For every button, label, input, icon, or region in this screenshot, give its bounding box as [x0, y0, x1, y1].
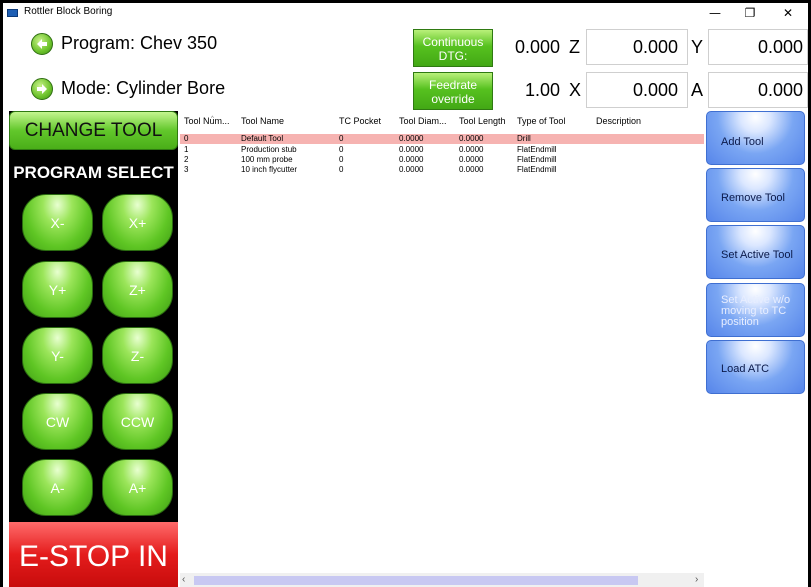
- forward-arrow-button[interactable]: [31, 78, 53, 100]
- cell-tc-pocket: 0: [339, 134, 344, 143]
- cell-type-of-tool: FlatEndmill: [517, 165, 557, 174]
- x-value: 0.000: [632, 80, 678, 100]
- jog-cw-button[interactable]: CW: [22, 393, 93, 450]
- col-tool-length[interactable]: Tool Length: [459, 116, 506, 126]
- continuous-dtg-button[interactable]: Continuous DTG:: [413, 29, 493, 67]
- add-tool-button[interactable]: Add Tool: [706, 111, 805, 165]
- cell-tool-diam: 0.0000: [399, 165, 424, 174]
- cell-tool-length: 0.0000: [459, 145, 484, 154]
- y-value: 0.000: [757, 37, 803, 57]
- y-axis-letter: Y: [691, 37, 704, 57]
- arrow-left-icon: [37, 39, 47, 49]
- close-button[interactable]: ✕: [771, 3, 805, 23]
- cell-tool-length: 0.0000: [459, 165, 484, 174]
- cell-tool-name: Production stub: [241, 145, 297, 154]
- z-value: 0.000: [632, 37, 678, 57]
- jog-a-plus-button[interactable]: A+: [102, 459, 173, 516]
- jog-y-minus-button[interactable]: Y-: [22, 327, 93, 384]
- jog-x-minus-button[interactable]: X-: [22, 194, 93, 251]
- jog-ccw-button[interactable]: CCW: [102, 393, 173, 450]
- minimize-button[interactable]: —: [698, 3, 732, 23]
- remove-tool-button[interactable]: Remove Tool: [706, 168, 805, 222]
- table-row[interactable]: 3 10 inch flycutter 0 0.0000 0.0000 Flat…: [180, 165, 704, 175]
- cell-tool-num: 1: [184, 145, 189, 154]
- window-title: Rottler Block Boring: [24, 6, 113, 17]
- app-icon: [7, 9, 18, 17]
- set-active-tool-label: Set Active Tool: [721, 249, 793, 261]
- cell-tc-pocket: 0: [339, 145, 344, 154]
- jog-x-plus-button[interactable]: X+: [102, 194, 173, 251]
- col-type-of-tool[interactable]: Type of Tool: [517, 116, 565, 126]
- cell-tool-num: 0: [184, 134, 189, 143]
- title-bar: Rottler Block Boring — ❐ ✕: [3, 3, 808, 23]
- cell-tool-name: 100 mm probe: [241, 155, 293, 164]
- tool-table: ^ Tool Num... Tool Name TC Pocket Tool D…: [180, 111, 704, 587]
- cell-tool-length: 0.0000: [459, 155, 484, 164]
- feedrate-value: 1.00: [524, 80, 560, 100]
- set-active-without-moving-label: Set Active w/o moving to TC position: [721, 294, 791, 328]
- load-atc-label: Load ATC: [721, 363, 770, 375]
- a-value: 0.000: [757, 80, 803, 100]
- cell-tool-diam: 0.0000: [399, 145, 424, 154]
- remove-tool-label: Remove Tool: [721, 192, 785, 204]
- back-arrow-button[interactable]: [31, 33, 53, 55]
- feedrate-override-label: Feedrate override: [428, 78, 478, 106]
- cell-tool-num: 3: [184, 165, 189, 174]
- cell-tc-pocket: 0: [339, 155, 344, 164]
- a-axis-letter: A: [691, 80, 704, 100]
- horizontal-scrollbar[interactable]: ‹ ›: [180, 573, 704, 587]
- load-atc-button[interactable]: Load ATC: [706, 340, 805, 394]
- program-label: Program: Chev 350: [61, 33, 218, 53]
- program-select-label[interactable]: PROGRAM SELECT: [9, 161, 178, 185]
- col-description[interactable]: Description: [596, 116, 641, 126]
- tool-actions-panel: Add Tool Remove Tool Set Active Tool Set…: [706, 111, 805, 587]
- arrow-right-icon: [37, 84, 47, 94]
- col-tool-diam[interactable]: Tool Diam...: [399, 116, 447, 126]
- cell-tool-num: 2: [184, 155, 189, 164]
- sort-up-icon: ^: [211, 116, 214, 122]
- mode-label: Mode: Cylinder Bore: [61, 78, 226, 98]
- jog-z-plus-button[interactable]: Z+: [102, 261, 173, 318]
- cell-type-of-tool: FlatEndmill: [517, 145, 557, 154]
- table-row-selected[interactable]: 0 Default Tool 0 0.0000 0.0000 Drill: [180, 134, 704, 144]
- z-axis-letter: Z: [569, 37, 580, 57]
- x-axis-letter: X: [569, 80, 582, 100]
- jog-a-minus-button[interactable]: A-: [22, 459, 93, 516]
- col-tool-num[interactable]: ^ Tool Num...: [184, 116, 230, 126]
- jog-z-minus-button[interactable]: Z-: [102, 327, 173, 384]
- set-active-tool-button[interactable]: Set Active Tool: [706, 225, 805, 279]
- table-row[interactable]: 2 100 mm probe 0 0.0000 0.0000 FlatEndmi…: [180, 155, 704, 165]
- change-tool-button[interactable]: CHANGE TOOL: [9, 111, 178, 150]
- cell-type-of-tool: Drill: [517, 134, 531, 143]
- col-tc-pocket[interactable]: TC Pocket: [339, 116, 381, 126]
- cell-type-of-tool: FlatEndmill: [517, 155, 557, 164]
- estop-button[interactable]: E-STOP IN: [9, 522, 178, 587]
- cell-tc-pocket: 0: [339, 165, 344, 174]
- set-active-without-moving-button[interactable]: Set Active w/o moving to TC position: [706, 283, 805, 337]
- col-tool-name[interactable]: Tool Name: [241, 116, 284, 126]
- add-tool-label: Add Tool: [721, 136, 764, 148]
- scrollbar-thumb[interactable]: [194, 576, 638, 585]
- col-tool-num-label: Tool Num...: [184, 116, 230, 126]
- jog-y-plus-button[interactable]: Y+: [22, 261, 93, 318]
- cell-tool-name: Default Tool: [241, 134, 284, 143]
- cell-tool-diam: 0.0000: [399, 134, 424, 143]
- restore-button[interactable]: ❐: [733, 3, 767, 23]
- feedrate-override-button[interactable]: Feedrate override: [413, 72, 493, 110]
- scroll-right-icon[interactable]: ›: [695, 574, 698, 585]
- cell-tool-name: 10 inch flycutter: [241, 165, 298, 174]
- jog-panel: CHANGE TOOL PROGRAM SELECT X- X+ Y+ Z+ Y…: [9, 111, 178, 587]
- scroll-left-icon[interactable]: ‹: [182, 574, 185, 585]
- cell-tool-length: 0.0000: [459, 134, 484, 143]
- cell-tool-diam: 0.0000: [399, 155, 424, 164]
- table-row[interactable]: 1 Production stub 0 0.0000 0.0000 FlatEn…: [180, 145, 704, 155]
- dtg-value: 0.000: [514, 37, 560, 57]
- continuous-dtg-label: Continuous DTG:: [422, 35, 484, 63]
